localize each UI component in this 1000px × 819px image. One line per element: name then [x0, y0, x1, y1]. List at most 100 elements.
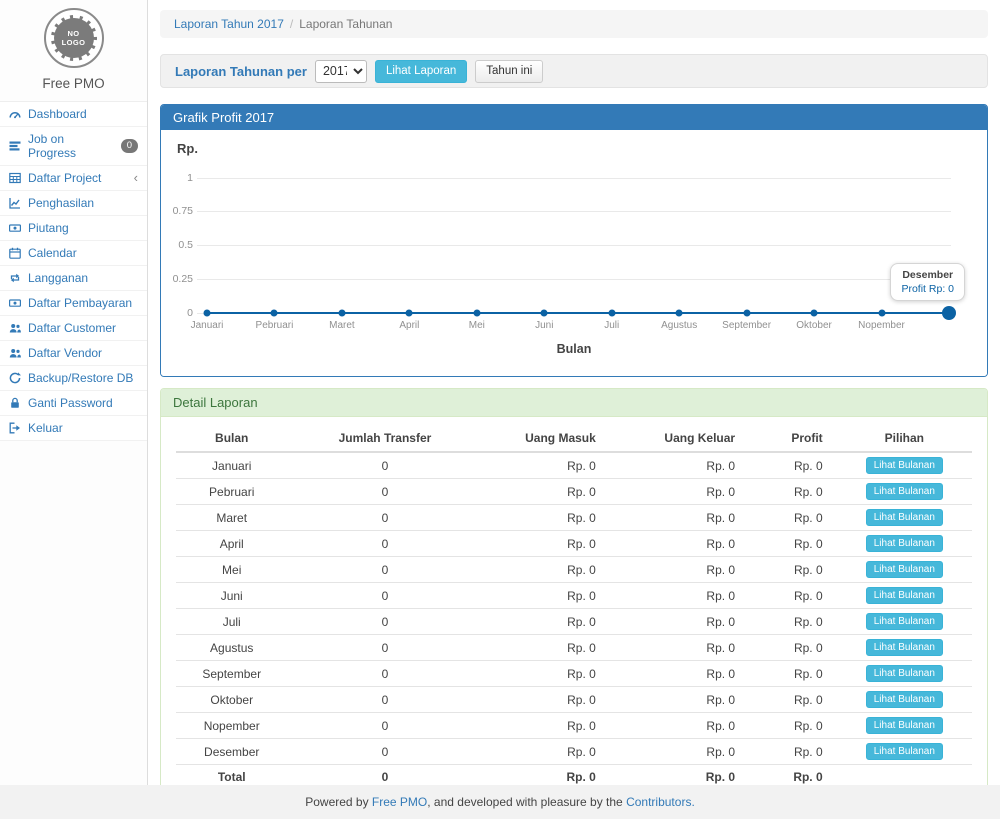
- cell-uang-keluar: Rp. 0: [610, 583, 749, 609]
- sidebar-item-ganti-password[interactable]: Ganti Password: [0, 391, 147, 416]
- content: Laporan Tahun 2017/Laporan Tahunan Lapor…: [148, 0, 1000, 785]
- view-monthly-button[interactable]: Lihat Bulanan: [866, 483, 943, 500]
- chart-point-januari[interactable]: [204, 310, 211, 317]
- sidebar-item-backup-restore-db[interactable]: Backup/Restore DB: [0, 366, 147, 391]
- cell-bulan: Nopember: [176, 713, 287, 739]
- cell-bulan: September: [176, 661, 287, 687]
- view-monthly-button[interactable]: Lihat Bulanan: [866, 743, 943, 760]
- detail-panel-title: Detail Laporan: [161, 389, 987, 417]
- main-row: NO LOGO Free PMO DashboardJob on Progres…: [0, 0, 1000, 785]
- chart-point-desember[interactable]: [942, 306, 956, 320]
- sidebar-item-label: Ganti Password: [28, 396, 113, 410]
- breadcrumb: Laporan Tahun 2017/Laporan Tahunan: [160, 10, 988, 38]
- header-profit: Profit: [749, 425, 837, 452]
- cell-pilihan: Lihat Bulanan: [837, 557, 972, 583]
- footer-text: Powered by Free PMO, and developed with …: [305, 795, 695, 809]
- chart-point-pebruari[interactable]: [271, 310, 278, 317]
- cell-uang-masuk: Rp. 0: [482, 713, 609, 739]
- cell-uang-keluar: Rp. 0: [610, 661, 749, 687]
- users-icon: [9, 347, 21, 359]
- cell-profit: Rp. 0: [749, 739, 837, 765]
- users-icon: [9, 322, 21, 334]
- retweet-icon: [9, 272, 21, 284]
- view-monthly-button[interactable]: Lihat Bulanan: [866, 457, 943, 474]
- cell-profit: Rp. 0: [749, 583, 837, 609]
- sidebar-item-keluar[interactable]: Keluar: [0, 416, 147, 441]
- tooltip-value: Profit Rp: 0: [901, 283, 954, 295]
- view-monthly-button[interactable]: Lihat Bulanan: [866, 613, 943, 630]
- chart-point-juni[interactable]: [541, 310, 548, 317]
- y-tick: 0.5: [161, 239, 193, 251]
- sidebar-item-daftar-pembayaran[interactable]: Daftar Pembayaran: [0, 291, 147, 316]
- view-report-button[interactable]: Lihat Laporan: [375, 60, 467, 83]
- cell-jumlah-transfer: 0: [287, 609, 482, 635]
- sidebar-item-daftar-customer[interactable]: Daftar Customer: [0, 316, 147, 341]
- table-row: Juni0Rp. 0Rp. 0Rp. 0Lihat Bulanan: [176, 583, 972, 609]
- chart-point-maret[interactable]: [338, 310, 345, 317]
- view-monthly-button[interactable]: Lihat Bulanan: [866, 561, 943, 578]
- breadcrumb-link[interactable]: Laporan Tahun 2017: [174, 17, 284, 31]
- sidebar-item-dashboard[interactable]: Dashboard: [0, 102, 147, 127]
- chart-point-juli[interactable]: [608, 310, 615, 317]
- table-row: September0Rp. 0Rp. 0Rp. 0Lihat Bulanan: [176, 661, 972, 687]
- cell-bulan: April: [176, 531, 287, 557]
- cell-uang-masuk: Rp. 0: [482, 452, 609, 479]
- cell-bulan: Agustus: [176, 635, 287, 661]
- chart-point-september[interactable]: [743, 310, 750, 317]
- header-pilihan: Pilihan: [837, 425, 972, 452]
- cell-pilihan: Lihat Bulanan: [837, 583, 972, 609]
- cell-jumlah-transfer: 0: [287, 739, 482, 765]
- sidebar-item-piutang[interactable]: Piutang: [0, 216, 147, 241]
- chart-point-nopember[interactable]: [878, 310, 885, 317]
- footer: Powered by Free PMO, and developed with …: [0, 785, 1000, 819]
- chart-point-agustus[interactable]: [676, 310, 683, 317]
- cell-jumlah-transfer: 0: [287, 452, 482, 479]
- view-monthly-button[interactable]: Lihat Bulanan: [866, 717, 943, 734]
- view-monthly-button[interactable]: Lihat Bulanan: [866, 665, 943, 682]
- cell-pilihan: Lihat Bulanan: [837, 505, 972, 531]
- chart-point-oktober[interactable]: [811, 310, 818, 317]
- view-monthly-button[interactable]: Lihat Bulanan: [866, 535, 943, 552]
- filter-label: Laporan Tahunan per: [175, 64, 307, 79]
- chart-point-mei[interactable]: [473, 310, 480, 317]
- this-year-button[interactable]: Tahun ini: [475, 60, 543, 83]
- footer-link-freepmo[interactable]: Free PMO: [372, 795, 427, 809]
- sidebar-item-job-on-progress[interactable]: Job on Progress0: [0, 127, 147, 166]
- sidebar-item-penghasilan[interactable]: Penghasilan: [0, 191, 147, 216]
- year-select[interactable]: 2017: [315, 60, 367, 83]
- cell-pilihan: Lihat Bulanan: [837, 531, 972, 557]
- sidebar-item-label: Langganan: [28, 271, 88, 285]
- chart-point-april[interactable]: [406, 310, 413, 317]
- cell-bulan: Juli: [176, 609, 287, 635]
- sidebar-item-langganan[interactable]: Langganan: [0, 266, 147, 291]
- chart-series-line: [207, 312, 949, 315]
- sidebar-item-label: Penghasilan: [28, 196, 94, 210]
- cell-jumlah-transfer: 0: [287, 687, 482, 713]
- cell-jumlah-transfer: 0: [287, 531, 482, 557]
- sidebar-item-daftar-vendor[interactable]: Daftar Vendor: [0, 341, 147, 366]
- cell-uang-keluar: Rp. 0: [610, 479, 749, 505]
- sidebar: NO LOGO Free PMO DashboardJob on Progres…: [0, 0, 148, 785]
- cell-pilihan: Lihat Bulanan: [837, 609, 972, 635]
- footer-link-contributors[interactable]: Contributors.: [626, 795, 695, 809]
- chart-tooltip: Desember Profit Rp: 0: [890, 263, 965, 301]
- cell-profit: Rp. 0: [749, 687, 837, 713]
- cell-profit: Rp. 0: [749, 452, 837, 479]
- y-tick: 0.25: [161, 273, 193, 285]
- view-monthly-button[interactable]: Lihat Bulanan: [866, 639, 943, 656]
- cell-bulan: Januari: [176, 452, 287, 479]
- sidebar-item-calendar[interactable]: Calendar: [0, 241, 147, 266]
- tasks-icon: [9, 140, 21, 152]
- view-monthly-button[interactable]: Lihat Bulanan: [866, 691, 943, 708]
- table-row: Juli0Rp. 0Rp. 0Rp. 0Lihat Bulanan: [176, 609, 972, 635]
- table-row: April0Rp. 0Rp. 0Rp. 0Lihat Bulanan: [176, 531, 972, 557]
- sign-out-icon: [9, 422, 21, 434]
- cell-uang-keluar: Rp. 0: [610, 505, 749, 531]
- view-monthly-button[interactable]: Lihat Bulanan: [866, 587, 943, 604]
- profit-line-chart: Rp. 1 0.75 0.5 0.25 0 JanuariPebruariMar…: [161, 130, 987, 376]
- sidebar-item-daftar-project[interactable]: Daftar Project‹: [0, 166, 147, 191]
- header-jumlah-transfer: Jumlah Transfer: [287, 425, 482, 452]
- view-monthly-button[interactable]: Lihat Bulanan: [866, 509, 943, 526]
- cell-uang-keluar: Rp. 0: [610, 635, 749, 661]
- cell-uang-keluar: Rp. 0: [610, 609, 749, 635]
